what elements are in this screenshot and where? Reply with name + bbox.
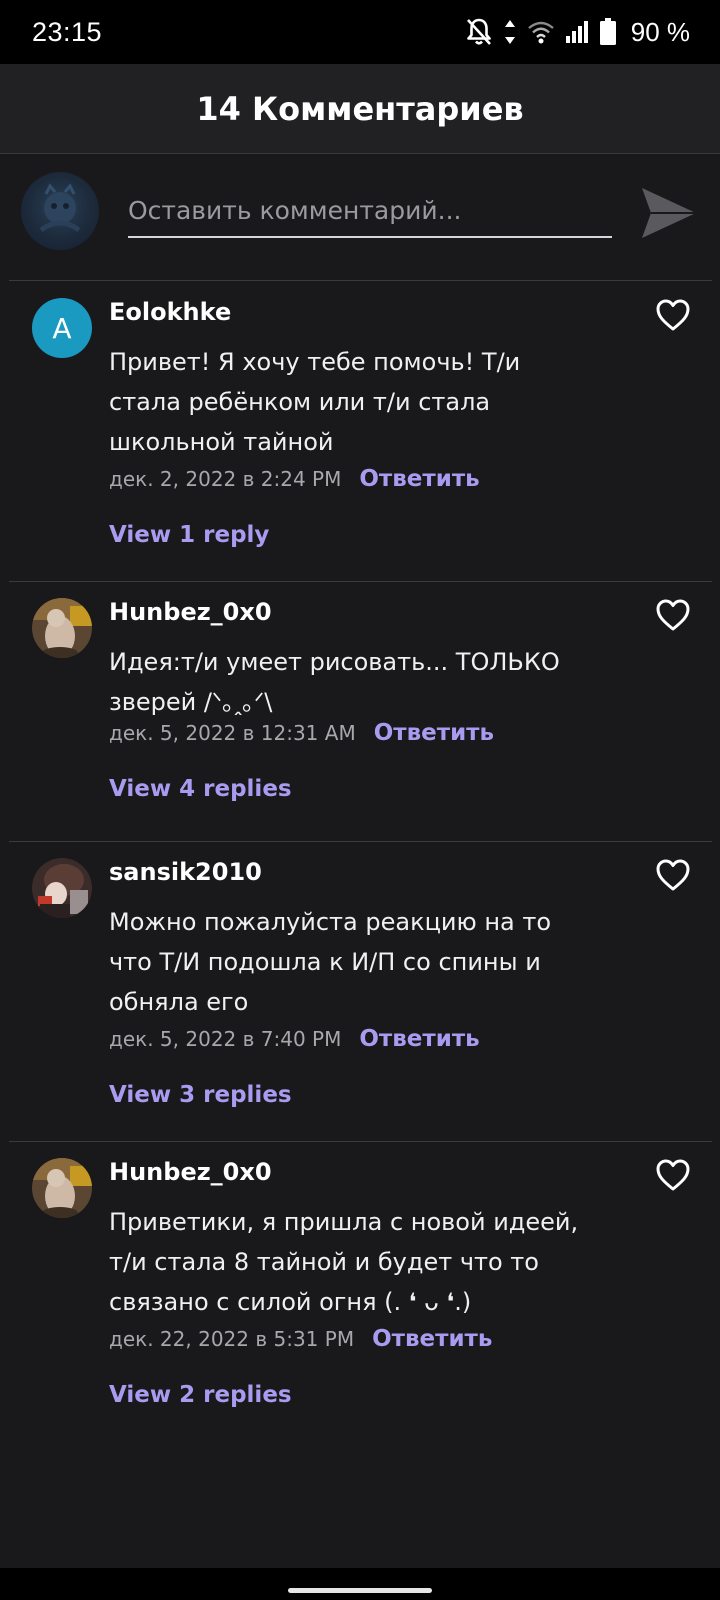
system-nav-bar <box>0 1568 720 1600</box>
like-button[interactable] <box>655 858 691 892</box>
current-user-avatar <box>21 172 99 250</box>
comment-item: A Eolokhke Привет! Я хочу тебе помочь! Т… <box>0 282 720 582</box>
avatar-letter: A <box>52 311 72 345</box>
divider <box>9 280 712 281</box>
comment-meta: дек. 22, 2022 в 5:31 PM Ответить <box>109 1326 492 1352</box>
reply-button[interactable]: Ответить <box>372 1326 492 1352</box>
like-button[interactable] <box>655 1158 691 1192</box>
view-replies-button[interactable]: View 4 replies <box>109 776 292 802</box>
comment-author[interactable]: Eolokhke <box>109 298 231 326</box>
heart-icon <box>656 299 690 331</box>
like-button[interactable] <box>655 298 691 332</box>
data-arrows-icon <box>503 19 517 45</box>
comment-meta: дек. 2, 2022 в 2:24 PM Ответить <box>109 466 480 492</box>
home-gesture-handle[interactable] <box>288 1587 432 1593</box>
comment-author[interactable]: Hunbez_0x0 <box>109 1158 272 1186</box>
signal-icon <box>565 20 589 44</box>
send-button[interactable] <box>640 184 698 242</box>
comment-date: дек. 5, 2022 в 12:31 AM <box>109 721 356 745</box>
comment-author[interactable]: Hunbez_0x0 <box>109 598 272 626</box>
comment-item: sansik2010 Можно пожалуйста реакцию на т… <box>0 842 720 1142</box>
avatar[interactable] <box>32 858 92 918</box>
view-replies-button[interactable]: View 3 replies <box>109 1082 292 1108</box>
send-icon <box>642 188 696 238</box>
battery-percent: 90 % <box>630 16 690 47</box>
comment-input-placeholder: Оставить комментарий... <box>128 195 462 225</box>
view-replies-button[interactable]: View 2 replies <box>109 1382 292 1408</box>
comment-text: Приветики, я пришла с новой идеей, т/и с… <box>109 1208 579 1316</box>
status-time: 23:15 <box>32 16 103 47</box>
comment-meta: дек. 5, 2022 в 7:40 PM Ответить <box>109 1026 480 1052</box>
comment-text: Можно пожалуйста реакцию на то что Т/И п… <box>109 908 552 1016</box>
reply-button[interactable]: Ответить <box>374 720 494 746</box>
heart-icon <box>656 599 690 631</box>
comment-item: Hunbez_0x0 Приветики, я пришла с новой и… <box>0 1142 720 1442</box>
status-bar: 23:15 90 % <box>0 0 720 64</box>
wifi-icon <box>527 20 555 44</box>
comments-header: 14 Комментариев <box>0 64 720 154</box>
comment-input[interactable]: Оставить комментарий... <box>128 184 612 238</box>
heart-icon <box>656 859 690 891</box>
avatar[interactable]: A <box>32 298 92 358</box>
reply-button[interactable]: Ответить <box>359 1026 479 1052</box>
battery-icon <box>599 18 617 46</box>
like-button[interactable] <box>655 598 691 632</box>
comment-author[interactable]: sansik2010 <box>109 858 262 886</box>
reply-button[interactable]: Ответить <box>359 466 479 492</box>
view-replies-button[interactable]: View 1 reply <box>109 522 269 548</box>
comment-meta: дек. 5, 2022 в 12:31 AM Ответить <box>109 720 494 746</box>
comment-date: дек. 22, 2022 в 5:31 PM <box>109 1327 355 1351</box>
comment-text: Привет! Я хочу тебе помочь! Т/и стала ре… <box>109 348 521 456</box>
avatar[interactable] <box>32 1158 92 1218</box>
comment-text: Идея:т/и умеет рисовать... ТОЛЬКО зверей… <box>109 648 560 716</box>
status-icons: 90 % <box>465 17 690 48</box>
page-title: 14 Комментариев <box>196 89 524 128</box>
avatar[interactable] <box>32 598 92 658</box>
bell-off-icon <box>465 17 493 47</box>
comment-item: Hunbez_0x0 Идея:т/и умеет рисовать... ТО… <box>0 582 720 842</box>
heart-icon <box>656 1159 690 1191</box>
comment-date: дек. 5, 2022 в 7:40 PM <box>109 1027 342 1051</box>
comment-composer: Оставить комментарий... <box>0 154 720 282</box>
comment-date: дек. 2, 2022 в 2:24 PM <box>109 467 342 491</box>
